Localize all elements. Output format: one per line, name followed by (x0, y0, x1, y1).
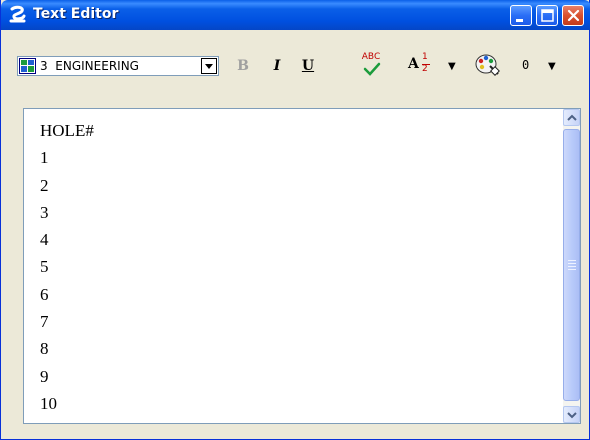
color-value[interactable]: 0 (522, 58, 529, 72)
level-dropdown-button[interactable] (201, 58, 217, 74)
text-line: 4 (40, 230, 49, 250)
text-line: 3 (40, 202, 49, 222)
bold-button[interactable]: B (235, 56, 251, 76)
text-editor-window: Text Editor 3 ENGINEERING B I U ABC A 1 … (0, 0, 590, 440)
underline-button[interactable]: U (300, 56, 316, 76)
text-content[interactable]: HOLE# 1 2 3 4 5 6 7 8 9 10 (40, 117, 540, 417)
level-name: ENGINEERING (55, 59, 139, 73)
fraction-button[interactable]: A 1 2 (408, 52, 442, 78)
checkmark-icon (363, 62, 381, 76)
text-line: HOLE# (40, 121, 94, 140)
title-bar[interactable]: Text Editor (1, 0, 590, 30)
grip-line (568, 269, 576, 270)
text-line: 8 (40, 339, 49, 359)
grip-line (568, 260, 576, 261)
color-dropdown-icon[interactable]: ▼ (548, 61, 556, 72)
fraction-denominator: 2 (422, 64, 428, 74)
text-line: 9 (40, 366, 49, 386)
minimize-button[interactable] (510, 5, 532, 26)
scroll-thumb[interactable] (563, 129, 580, 401)
text-line: 6 (40, 284, 49, 304)
level-number: 3 (40, 59, 48, 73)
chevron-up-icon (567, 114, 577, 121)
fraction-numerator: 1 (422, 52, 428, 62)
window-bottom-frame (1, 424, 589, 439)
text-line: 10 (40, 393, 57, 413)
fraction-letter: A (408, 56, 419, 72)
microstation-logo-icon (9, 5, 26, 23)
formatting-toolbar: 3 ENGINEERING B I U ABC A 1 2 ▼ 0 ▼ (4, 30, 587, 108)
maximize-button[interactable] (536, 5, 558, 26)
chevron-down-icon (567, 412, 577, 419)
close-icon (567, 9, 580, 22)
fraction-dropdown-icon[interactable]: ▼ (448, 61, 456, 72)
spell-check-button[interactable]: ABC (360, 52, 382, 78)
spell-check-label: ABC (361, 52, 381, 62)
minimize-icon (516, 19, 523, 22)
maximize-icon (541, 9, 554, 22)
text-line: 5 (40, 257, 49, 277)
scroll-up-button[interactable] (563, 109, 580, 126)
italic-button[interactable]: I (269, 56, 285, 76)
vertical-scrollbar[interactable] (563, 109, 580, 423)
text-line: 2 (40, 175, 49, 195)
chevron-down-icon (205, 64, 213, 69)
grip-line (568, 263, 576, 264)
level-selector[interactable]: 3 ENGINEERING (17, 56, 219, 76)
close-button[interactable] (562, 5, 584, 26)
scroll-down-button[interactable] (563, 406, 580, 423)
text-editing-area[interactable]: HOLE# 1 2 3 4 5 6 7 8 9 10 (23, 108, 581, 424)
color-palette-icon[interactable] (474, 52, 502, 78)
window-title: Text Editor (33, 6, 119, 22)
text-line: 1 (40, 148, 49, 168)
text-line: 7 (40, 312, 49, 332)
level-icon (19, 58, 36, 74)
grip-line (568, 266, 576, 267)
